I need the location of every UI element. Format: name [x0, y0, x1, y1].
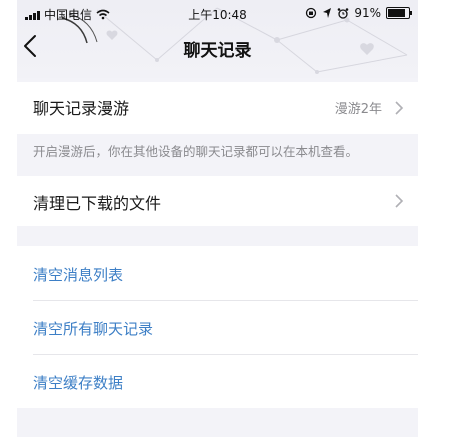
app-screen: 中国电信 上午10:48 91% 聊天记录 聊天记录漫游 漫游2年 开启漫游后，…: [17, 0, 418, 437]
alarm-icon: [338, 8, 349, 19]
status-bar: 中国电信 上午10:48 91%: [17, 4, 418, 24]
clear-downloads-row[interactable]: 清理已下载的文件: [17, 176, 418, 226]
roaming-hint: 开启漫游后，你在其他设备的聊天记录都可以在本机查看。: [33, 144, 359, 159]
clear-cache-row[interactable]: 清空缓存数据: [17, 355, 418, 408]
roaming-section: 聊天记录漫游 漫游2年: [17, 82, 418, 134]
clear-cache-link[interactable]: 清空缓存数据: [33, 372, 123, 393]
roaming-row[interactable]: 聊天记录漫游 漫游2年: [17, 82, 418, 134]
roaming-label: 聊天记录漫游: [33, 99, 130, 118]
clear-downloads-label: 清理已下载的文件: [33, 194, 162, 213]
clear-message-list-link[interactable]: 清空消息列表: [33, 264, 123, 285]
clear-all-chats-row[interactable]: 清空所有聊天记录: [17, 301, 418, 354]
navigation-bar: 聊天记录: [17, 28, 418, 68]
chevron-right-icon: [395, 194, 404, 208]
page-title: 聊天记录: [183, 41, 252, 61]
chevron-right-icon: [395, 101, 404, 115]
clear-message-list-row[interactable]: 清空消息列表: [17, 246, 418, 300]
orientation-lock-icon: [306, 7, 317, 19]
location-icon: [323, 8, 332, 18]
roaming-value: 漫游2年: [334, 102, 382, 117]
clear-all-chats-link[interactable]: 清空所有聊天记录: [33, 318, 153, 339]
downloads-section: 清理已下载的文件: [17, 176, 418, 226]
battery-icon: [386, 7, 412, 19]
battery-percent: 91%: [354, 6, 381, 20]
header: 中国电信 上午10:48 91% 聊天记录: [17, 0, 418, 78]
clear-actions-section: 清空消息列表 清空所有聊天记录 清空缓存数据: [17, 246, 418, 408]
